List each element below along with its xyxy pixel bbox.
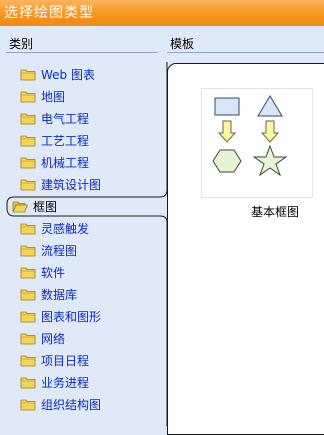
category-item[interactable]: 项目日程 xyxy=(0,349,160,371)
categories-divider xyxy=(6,52,158,53)
folder-icon xyxy=(20,69,36,81)
folder-icon xyxy=(20,223,36,235)
category-item[interactable]: 数据库 xyxy=(0,283,160,305)
category-label: 项目日程 xyxy=(41,354,90,368)
folder-icon xyxy=(20,399,36,411)
folder-icon xyxy=(20,267,36,279)
template-thumbnail-basic-block-diagram[interactable] xyxy=(201,88,313,198)
category-item[interactable]: 图表和图形 xyxy=(0,305,160,327)
categories-header: 类别 xyxy=(9,37,34,51)
templates-divider xyxy=(167,52,324,53)
category-label: 软件 xyxy=(41,266,66,280)
category-item[interactable]: 软件 xyxy=(0,261,160,283)
folder-icon xyxy=(20,311,36,323)
folder-icon xyxy=(20,91,36,103)
category-item[interactable]: 地图 xyxy=(0,85,160,107)
folder-icon xyxy=(20,355,36,367)
basic-block-diagram-thumbnail-icon xyxy=(212,95,288,177)
category-item[interactable]: 机械工程 xyxy=(0,151,160,173)
category-item[interactable]: 电气工程 xyxy=(0,107,160,129)
category-item[interactable]: 框图 xyxy=(0,195,160,217)
category-item[interactable]: 灵感触发 xyxy=(0,217,160,239)
category-item[interactable]: 建筑设计图 xyxy=(0,173,160,195)
category-item[interactable]: 网络 xyxy=(0,327,160,349)
category-label: 灵感触发 xyxy=(41,222,90,236)
category-label: 机械工程 xyxy=(41,156,90,170)
category-label: 工艺工程 xyxy=(41,134,90,148)
category-item[interactable]: Web 图表 xyxy=(0,63,160,85)
folder-icon xyxy=(20,289,36,301)
folder-icon xyxy=(20,377,36,389)
category-item[interactable]: 组织结构图 xyxy=(0,393,160,415)
folder-icon xyxy=(20,157,36,169)
category-label: 电气工程 xyxy=(41,112,90,126)
category-label: 地图 xyxy=(41,90,66,104)
templates-header: 模板 xyxy=(170,37,195,51)
folder-icon xyxy=(20,179,36,191)
category-label: 数据库 xyxy=(41,288,78,302)
category-label: Web 图表 xyxy=(41,68,95,82)
category-label: 组织结构图 xyxy=(41,398,102,412)
folder-icon xyxy=(20,113,36,125)
folder-icon xyxy=(20,135,36,147)
category-label: 业务进程 xyxy=(41,376,90,390)
category-label: 建筑设计图 xyxy=(41,178,102,192)
category-item[interactable]: 流程图 xyxy=(0,239,160,261)
template-label: 基本框图 xyxy=(251,205,300,219)
category-item[interactable]: 工艺工程 xyxy=(0,129,160,151)
category-label: 框图 xyxy=(33,200,58,214)
category-label: 网络 xyxy=(41,332,66,346)
window-title: 选择绘图类型 xyxy=(0,0,324,26)
folder-open-icon xyxy=(12,201,28,213)
folder-icon xyxy=(20,245,36,257)
category-label: 流程图 xyxy=(41,244,78,258)
category-label: 图表和图形 xyxy=(41,310,102,324)
folder-icon xyxy=(20,333,36,345)
category-item[interactable]: 业务进程 xyxy=(0,371,160,393)
